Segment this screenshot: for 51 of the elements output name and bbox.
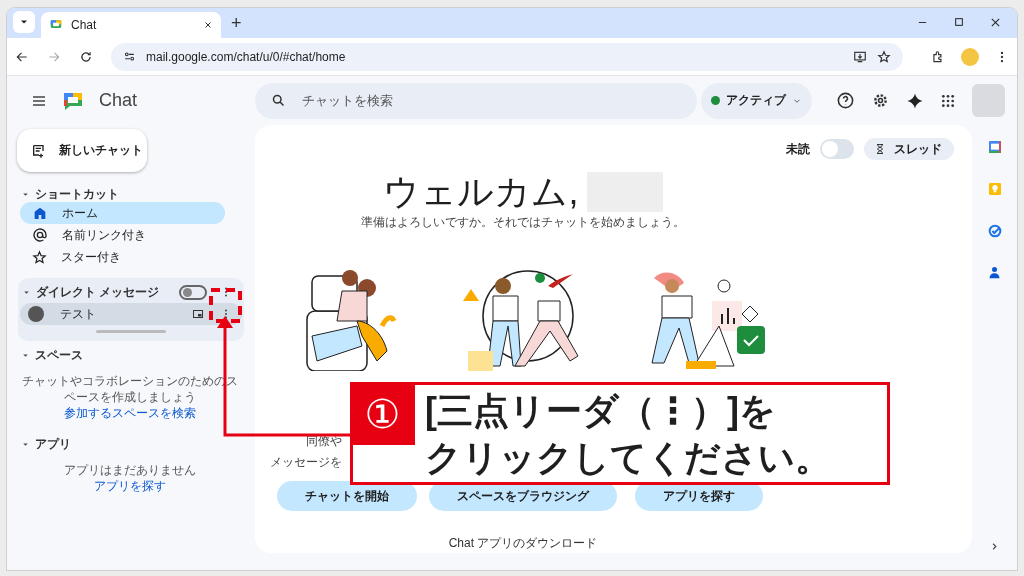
threads-button[interactable]: スレッド (864, 138, 954, 160)
new-chat-icon (31, 142, 47, 159)
sidebar-item[interactable]: 名前リンク付き (20, 224, 225, 246)
sidebar-item[interactable]: ホーム (20, 202, 225, 224)
browser-tab[interactable]: Chat (41, 12, 221, 38)
site-settings-icon[interactable] (123, 50, 136, 63)
section-header[interactable]: スペース (35, 346, 83, 364)
unread-toggle[interactable] (820, 139, 854, 159)
hourglass-icon (874, 143, 886, 155)
settings-icon[interactable] (871, 91, 890, 110)
extensions-icon[interactable] (931, 49, 945, 64)
app-name: Chat (99, 90, 138, 111)
close-icon[interactable] (203, 20, 213, 30)
new-tab-button[interactable]: + (231, 13, 242, 33)
instruction-text: [三点リーダ（⋮）]を クリックしてください。 (425, 389, 831, 480)
link[interactable]: 参加するスペースを検索 (64, 405, 196, 422)
picture-in-picture-icon[interactable] (192, 308, 204, 320)
help-icon[interactable] (836, 91, 855, 110)
welcome-heading: ウェルカム, (383, 172, 579, 212)
person-icon[interactable] (987, 265, 1002, 280)
star-icon (32, 249, 47, 265)
avatar (28, 306, 44, 322)
search-icon (271, 93, 286, 108)
calendar-icon[interactable] (986, 139, 1003, 155)
link[interactable]: アプリを探す (94, 478, 166, 495)
sidebar-item[interactable]: スター付き (20, 246, 225, 268)
home-icon (32, 205, 48, 221)
download-link[interactable]: Chat アプリのダウンロード (448, 535, 598, 552)
toggle-switch[interactable] (179, 284, 207, 300)
section-header[interactable]: アプリ (35, 435, 71, 453)
chat-item[interactable]: テスト (20, 303, 242, 325)
close-icon[interactable] (990, 17, 1001, 28)
highlight-frame (209, 288, 242, 323)
section-header[interactable]: ダイレクト メッセージ (36, 283, 174, 301)
status-dropdown[interactable]: アクティブ (701, 82, 812, 119)
maximize-icon[interactable] (954, 17, 964, 27)
new-chat-button[interactable]: 新しいチャット (17, 129, 147, 172)
at-sign-icon (32, 227, 48, 243)
bookmark-star-icon[interactable] (877, 49, 891, 64)
app-grid-icon[interactable] (940, 92, 956, 109)
task-check-icon[interactable] (986, 223, 1003, 239)
card-description: 同僚や メッセージを (270, 433, 342, 471)
action-button[interactable]: チャットを開始 (277, 481, 417, 511)
install-app-icon[interactable] (853, 49, 867, 64)
unread-label: 未読 (786, 140, 810, 158)
welcome-subtitle: 準備はよろしいですか。それではチャットを始めましょう。 (361, 214, 685, 231)
empty-message: アプリはまだありません (63, 462, 197, 478)
section-header[interactable]: ショートカット (35, 185, 119, 203)
address-bar[interactable]: mail.google.com/chat/u/0/#chat/home (111, 42, 903, 71)
reload-icon[interactable] (79, 49, 93, 64)
step-number: ① (350, 382, 415, 445)
